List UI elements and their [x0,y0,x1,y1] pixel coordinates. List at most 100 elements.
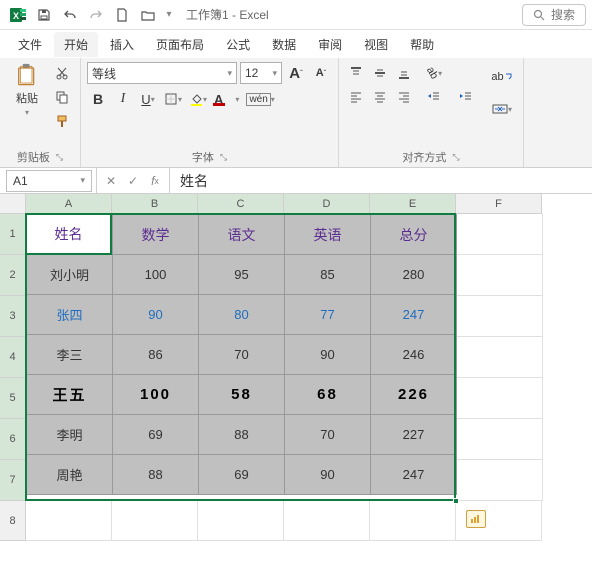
font-launcher-icon[interactable]: ⤡ [220,152,227,163]
cell[interactable]: 58 [199,375,285,415]
cut-icon[interactable] [50,62,74,84]
paste-button[interactable]: 粘贴 ▾ [8,62,46,118]
wrap-text-button[interactable]: ab [487,62,517,92]
cell[interactable]: 77 [285,295,371,335]
font-size-select[interactable]: 12▾ [240,62,282,84]
tab-file[interactable]: 文件 [8,32,52,57]
row-header-2[interactable]: 2 [0,255,26,296]
col-header-C[interactable]: C [198,194,284,214]
cell[interactable]: 90 [285,455,371,495]
increase-indent-icon[interactable] [451,86,481,108]
data-table[interactable]: 姓名 数学 语文 英语 总分 刘小明 100 95 85 280 张四 90 8… [26,214,457,495]
cell[interactable]: 90 [285,335,371,375]
cell[interactable]: 227 [371,415,457,455]
cell[interactable]: 80 [199,295,285,335]
font-color-button[interactable]: A▾ [212,88,241,110]
new-file-icon[interactable] [110,3,134,27]
align-bottom-icon[interactable] [393,62,415,84]
decrease-indent-icon[interactable] [419,86,449,108]
column-F-cells[interactable] [457,214,543,501]
cell[interactable]: 语文 [199,215,285,255]
cell[interactable]: 数学 [113,215,199,255]
align-left-icon[interactable] [345,86,367,108]
col-header-B[interactable]: B [112,194,198,214]
formula-input[interactable]: 姓名 [170,171,592,191]
format-painter-icon[interactable] [50,110,74,132]
orientation-button[interactable]: ab▾ [419,62,449,84]
tab-help[interactable]: 帮助 [400,32,444,57]
open-folder-icon[interactable] [136,3,160,27]
save-icon[interactable] [32,3,56,27]
increase-font-icon[interactable]: Aˆ [285,62,307,84]
qat-customize-icon[interactable]: ▾ [162,3,176,27]
cell[interactable]: 88 [113,455,199,495]
cell[interactable]: 95 [199,255,285,295]
col-header-D[interactable]: D [284,194,370,214]
cell[interactable]: 280 [371,255,457,295]
cell[interactable]: 张四 [27,295,113,335]
col-header-F[interactable]: F [456,194,542,214]
cell[interactable]: 李明 [27,415,113,455]
row-header-8[interactable]: 8 [0,501,26,541]
cell[interactable]: 100 [113,255,199,295]
cell[interactable] [26,501,112,541]
clipboard-launcher-icon[interactable]: ⤡ [56,152,63,163]
name-box[interactable]: A1▾ [6,170,92,192]
cancel-formula-icon[interactable]: ✕ [101,171,121,191]
col-header-E[interactable]: E [370,194,456,214]
row-header-6[interactable]: 6 [0,419,26,460]
tab-view[interactable]: 视图 [354,32,398,57]
cell[interactable] [284,501,370,541]
cell[interactable]: 69 [199,455,285,495]
row-header-7[interactable]: 7 [0,460,26,501]
cell[interactable]: 刘小明 [27,255,113,295]
decrease-font-icon[interactable]: Aˇ [310,62,332,84]
row-header-5[interactable]: 5 [0,378,26,419]
cell[interactable]: 85 [285,255,371,295]
font-name-select[interactable]: 等线▾ [87,62,237,84]
fx-icon[interactable]: fx [145,171,165,191]
cell[interactable]: 247 [371,455,457,495]
cell[interactable]: 88 [199,415,285,455]
search-box[interactable]: 搜索 [522,4,586,26]
redo-icon[interactable] [84,3,108,27]
select-all-corner[interactable] [0,194,26,214]
cell[interactable]: 86 [113,335,199,375]
cell[interactable]: 68 [285,375,371,415]
cell[interactable]: 70 [285,415,371,455]
row-header-1[interactable]: 1 [0,214,26,255]
cell[interactable]: 246 [371,335,457,375]
row-header-4[interactable]: 4 [0,337,26,378]
quick-analysis-icon[interactable] [466,510,486,528]
cell[interactable] [370,501,456,541]
cell[interactable]: 姓名 [27,215,113,255]
bold-button[interactable]: B [87,88,109,110]
cell[interactable]: 总分 [371,215,457,255]
cell[interactable] [198,501,284,541]
align-middle-icon[interactable] [369,62,391,84]
alignment-launcher-icon[interactable]: ⤡ [452,152,459,163]
cell[interactable]: 69 [113,415,199,455]
tab-review[interactable]: 审阅 [308,32,352,57]
cell[interactable]: 周艳 [27,455,113,495]
tab-page-layout[interactable]: 页面布局 [146,32,214,57]
tab-data[interactable]: 数据 [262,32,306,57]
merge-center-button[interactable]: ▾ [487,94,517,124]
cell[interactable]: 247 [371,295,457,335]
cell[interactable]: 王五 [27,375,113,415]
align-right-icon[interactable] [393,86,415,108]
row-header-3[interactable]: 3 [0,296,26,337]
cell[interactable]: 李三 [27,335,113,375]
copy-icon[interactable] [50,86,74,108]
borders-button[interactable]: ▾ [162,88,184,110]
cell[interactable]: 100 [113,375,199,415]
tab-formulas[interactable]: 公式 [216,32,260,57]
col-header-A[interactable]: A [26,194,112,214]
cell[interactable]: 70 [199,335,285,375]
fill-color-button[interactable]: ▾ [187,88,209,110]
cell[interactable] [112,501,198,541]
cell[interactable]: 英语 [285,215,371,255]
tab-insert[interactable]: 插入 [100,32,144,57]
cell[interactable]: 90 [113,295,199,335]
undo-icon[interactable] [58,3,82,27]
